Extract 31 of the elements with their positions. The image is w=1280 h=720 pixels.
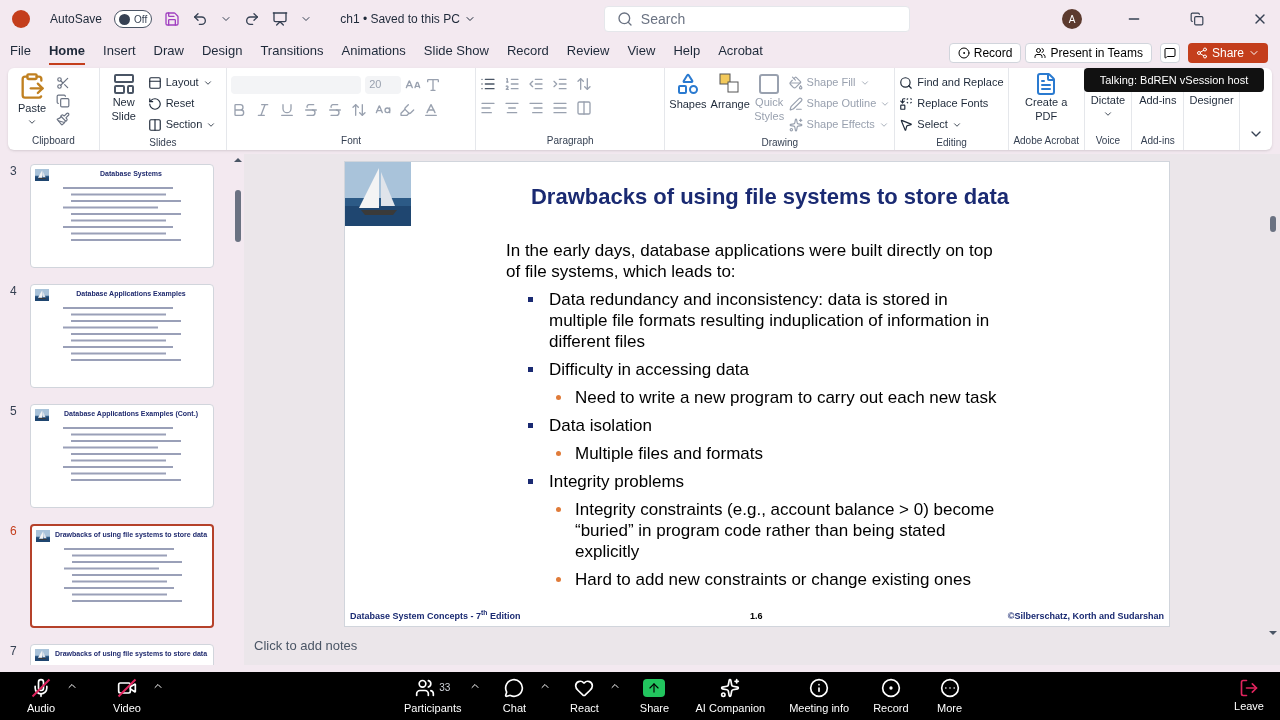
slide-number-footer: 1.6	[750, 609, 763, 623]
group-label: Paragraph	[545, 134, 595, 148]
slide-number: 7	[10, 644, 18, 660]
autosave-label: AutoSave	[50, 11, 103, 27]
slide-number: 4	[10, 284, 18, 300]
participant-count: 33	[439, 681, 451, 696]
group-label: Clipboard	[30, 134, 76, 148]
tooltip: Talking: BdREN vSession host	[1084, 68, 1264, 92]
slide-footer-left: Database System Concepts - 7$^{th}$ Edition	[350, 609, 522, 623]
bullet-text: Integrity problems	[549, 471, 685, 492]
intro-paragraph: In the early days, database applications were built directly on top of file systems, which leads to:	[506, 240, 994, 282]
slide-number: 3	[10, 164, 18, 180]
group-label: Voice	[1094, 134, 1122, 148]
slide-footer-right: ©Silberschatz, Korth and Sudarshan	[1007, 609, 1164, 623]
slide-number: 6	[10, 524, 18, 540]
group-label: Font	[340, 134, 363, 148]
bullet-text: Difficulty in accessing data	[549, 359, 749, 380]
slide-number: 5	[10, 404, 18, 420]
bullet-text: Data isolation	[549, 415, 652, 436]
slide-title: Drawbacks of using file systems to store data	[529, 183, 1010, 211]
group-label: Slides	[148, 136, 178, 150]
bullet-text: Hard to add new constraints or change existing ones	[575, 569, 971, 590]
group-label: Add-ins	[1139, 134, 1176, 148]
bullet-text: Data redundancy and inconsistency: data is stored in multiple file formats resulting induplication of information in different files	[549, 289, 991, 352]
bullet-text: Multiple files and formats	[575, 443, 764, 464]
search-placeholder: Search	[640, 10, 686, 29]
group-label: Drawing	[760, 136, 800, 150]
bullet-text: Need to write a new program to carry out each new task	[575, 387, 997, 408]
bullet-text: Integrity constraints (e.g., account balance > 0) become “buried” in program code rather than being stated explicitly	[575, 499, 996, 562]
group-label: Adobe Acrobat	[1012, 134, 1080, 148]
group-label: Editing	[935, 136, 968, 150]
